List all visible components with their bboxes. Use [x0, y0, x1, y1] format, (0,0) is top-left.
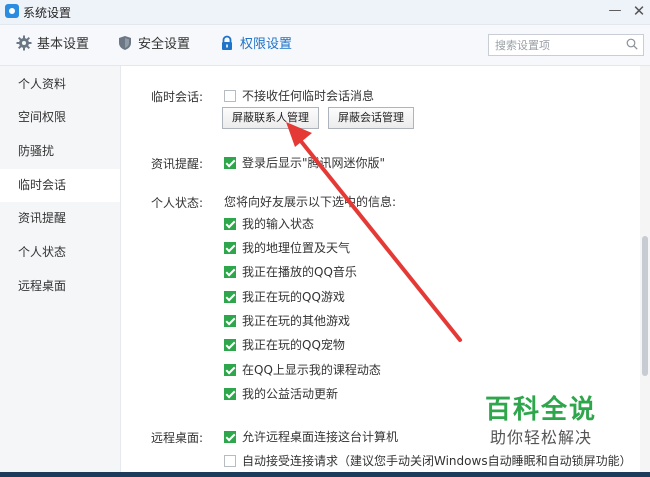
tab-security-label: 安全设置 [138, 37, 191, 52]
tab-basic-label: 基本设置 [37, 37, 90, 52]
sidebar-item-status[interactable]: 个人状态 [0, 236, 120, 269]
status-label: 个人状态: [151, 196, 204, 210]
sidebar-item-temp-session[interactable]: 临时会话 [0, 169, 120, 202]
news-option[interactable]: 登录后显示"腾讯网迷你版" [224, 155, 385, 171]
search-icon[interactable] [626, 38, 638, 50]
remote-auto-option[interactable]: 自动接受连接请求（建议您手动关闭Windows自动睡眠和自动锁屏功能） [224, 453, 632, 469]
checkbox-checked[interactable] [224, 218, 236, 230]
status-option-music[interactable]: 我正在播放的QQ音乐 [224, 264, 357, 280]
checkbox-checked[interactable] [224, 291, 236, 303]
tab-permission-settings[interactable]: 权限设置 [219, 35, 292, 55]
checkbox[interactable] [224, 455, 236, 467]
app-icon [5, 4, 19, 18]
checkbox-checked[interactable] [224, 266, 236, 278]
news-label: 资讯提醒: [151, 157, 204, 171]
minimize-button[interactable]: — [606, 2, 624, 20]
status-option-qq-game[interactable]: 我正在玩的QQ游戏 [224, 289, 345, 305]
status-option-other-game[interactable]: 我正在玩的其他游戏 [224, 313, 350, 329]
checkbox-checked[interactable] [224, 242, 236, 254]
option-text: 不接收任何临时会话消息 [242, 89, 375, 103]
taskbar-edge [0, 472, 650, 477]
status-option-pet[interactable]: 我正在玩的QQ宠物 [224, 337, 345, 353]
status-option-location[interactable]: 我的地理位置及天气 [224, 240, 350, 256]
sidebar-item-anti-harassment[interactable]: 防骚扰 [0, 135, 120, 168]
option-text: 我正在玩的QQ宠物 [242, 338, 345, 352]
option-text: 登录后显示"腾讯网迷你版" [242, 156, 386, 170]
option-text: 我的公益活动更新 [242, 387, 339, 401]
checkbox-checked[interactable] [224, 431, 236, 443]
checkbox[interactable] [224, 90, 236, 102]
temp-session-option[interactable]: 不接收任何临时会话消息 [224, 88, 374, 104]
checkbox-checked[interactable] [224, 315, 236, 327]
sidebar: 个人资料 空间权限 防骚扰 临时会话 资讯提醒 个人状态 远程桌面 [0, 66, 121, 477]
watermark-title: 百科全说 [485, 395, 598, 425]
status-description: 您将向好友展示以下选中的信息: [224, 195, 397, 209]
scrollbar[interactable] [640, 66, 650, 477]
sidebar-item-remote-desktop[interactable]: 远程桌面 [0, 270, 120, 303]
sidebar-item-space-permission[interactable]: 空间权限 [0, 101, 120, 134]
temp-session-label: 临时会话: [151, 90, 204, 104]
status-option-input[interactable]: 我的输入状态 [224, 216, 314, 232]
option-text: 我正在玩的QQ游戏 [242, 290, 345, 304]
tab-security-settings[interactable]: 安全设置 [117, 35, 190, 55]
tab-basic-settings[interactable]: 基本设置 [16, 35, 89, 55]
option-text: 在QQ上显示我的课程动态 [242, 363, 381, 377]
checkbox-checked[interactable] [224, 364, 236, 376]
window-title: 系统设置 [23, 6, 72, 20]
lock-icon [222, 35, 232, 50]
option-text: 我的输入状态 [242, 217, 315, 231]
option-text: 我的地理位置及天气 [242, 241, 351, 255]
status-option-course[interactable]: 在QQ上显示我的课程动态 [224, 362, 381, 378]
search-input[interactable] [489, 35, 625, 55]
checkbox-checked[interactable] [224, 388, 236, 400]
search-box[interactable] [488, 34, 644, 56]
blocked-contacts-button[interactable]: 屏蔽联系人管理 [222, 107, 319, 129]
option-text: 我正在播放的QQ音乐 [242, 265, 357, 279]
option-text: 允许远程桌面连接这台计算机 [242, 430, 399, 444]
status-option-charity[interactable]: 我的公益活动更新 [224, 386, 338, 402]
title-bar: 系统设置 — ✕ [0, 0, 650, 25]
tab-permission-label: 权限设置 [240, 37, 293, 52]
gear-icon [16, 35, 32, 51]
checkbox-checked[interactable] [224, 157, 236, 169]
sidebar-item-profile[interactable]: 个人资料 [0, 68, 120, 101]
checkbox-checked[interactable] [224, 339, 236, 351]
close-button[interactable]: ✕ [630, 2, 648, 20]
remote-label: 远程桌面: [151, 431, 204, 445]
watermark-subtitle: 助你轻松解决 [490, 428, 593, 447]
shield-icon [119, 36, 131, 50]
blocked-sessions-button[interactable]: 屏蔽会话管理 [328, 107, 414, 129]
sidebar-item-news[interactable]: 资讯提醒 [0, 202, 120, 235]
remote-allow-option[interactable]: 允许远程桌面连接这台计算机 [224, 429, 398, 445]
option-text: 我正在玩的其他游戏 [242, 314, 351, 328]
option-text: 自动接受连接请求（建议您手动关闭Windows自动睡眠和自动锁屏功能） [242, 454, 632, 468]
scrollbar-thumb[interactable] [642, 236, 648, 376]
